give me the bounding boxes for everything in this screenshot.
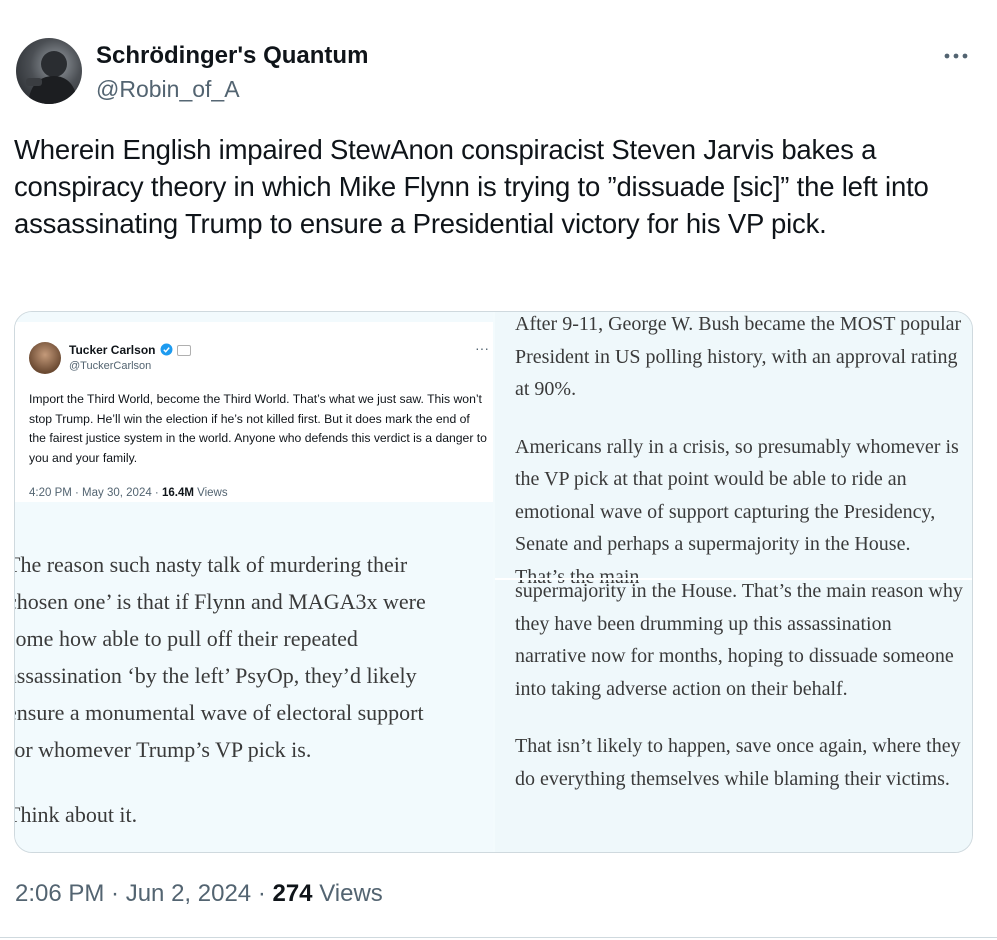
post-time-date[interactable]: 2:06 PM · Jun 2, 2024 ·	[15, 880, 266, 907]
avatar[interactable]	[16, 38, 82, 104]
article-line: some how able to pull off their repeated	[14, 626, 358, 651]
avatar-image	[26, 51, 78, 104]
embedded-tweet-text: Import the Third World, become the Third…	[29, 392, 487, 465]
article-paragraph: supermajority in the House. That’s the m…	[515, 580, 963, 700]
embedded-time-date: 4:20 PM · May 30, 2024 ·	[29, 487, 159, 499]
attached-image[interactable]: Tucker Carlson @TuckerCarlson ··· Import…	[14, 311, 973, 853]
article-paragraph: That isn’t likely to happen, save once a…	[515, 735, 961, 790]
post-metadata: 2:06 PM · Jun 2, 2024 · 274 Views	[15, 880, 383, 908]
image-panel-right: After 9-11, George W. Bush became the MO…	[495, 312, 972, 852]
display-name[interactable]: Schrödinger's Quantum	[96, 42, 368, 70]
left-article-text: The reason such nasty talk of murdering …	[14, 546, 527, 833]
affiliate-badge-icon	[177, 345, 191, 356]
right-article-bottom: supermajority in the House. That’s the m…	[515, 575, 965, 820]
article-line: for whomever Trump’s VP pick is.	[14, 737, 312, 762]
article-paragraph: After 9-11, George W. Bush became the MO…	[515, 313, 962, 400]
more-icon[interactable]	[941, 44, 971, 68]
post-header: Schrödinger's Quantum @Robin_of_A	[16, 36, 981, 108]
image-panel-left: Tucker Carlson @TuckerCarlson ··· Import…	[15, 312, 493, 852]
article-line: Think about it.	[14, 802, 138, 827]
views-label: Views	[319, 880, 383, 907]
embedded-views-count: 16.4M	[161, 487, 194, 499]
right-article-top: After 9-11, George W. Bush became the MO…	[515, 312, 965, 618]
article-line: assassination ‘by the left’ PsyOp, they’…	[14, 663, 417, 688]
divider	[0, 937, 997, 938]
post-text: Wherein English impaired StewAnon conspi…	[14, 134, 929, 239]
verified-badge-icon	[160, 343, 173, 356]
embedded-tweet-meta: 4:20 PM · May 30, 2024 · 16.4M Views	[29, 487, 228, 499]
embedded-views-label: Views	[197, 487, 228, 499]
embedded-more-icon: ···	[475, 340, 489, 356]
embedded-handle: @TuckerCarlson	[69, 360, 152, 372]
embedded-display-name: Tucker Carlson	[69, 343, 156, 357]
user-handle[interactable]: @Robin_of_A	[96, 76, 240, 103]
embedded-tweet-card: Tucker Carlson @TuckerCarlson ··· Import…	[15, 322, 493, 502]
embedded-avatar	[29, 342, 61, 374]
article-paragraph: Americans rally in a crisis, so presumab…	[515, 435, 959, 588]
article-line: chosen one’ is that if Flynn and MAGA3x …	[14, 589, 426, 614]
article-line: The reason such nasty talk of murdering …	[14, 552, 408, 577]
views-count[interactable]: 274	[272, 880, 312, 907]
article-line: ensure a monumental wave of electoral su…	[14, 700, 424, 725]
